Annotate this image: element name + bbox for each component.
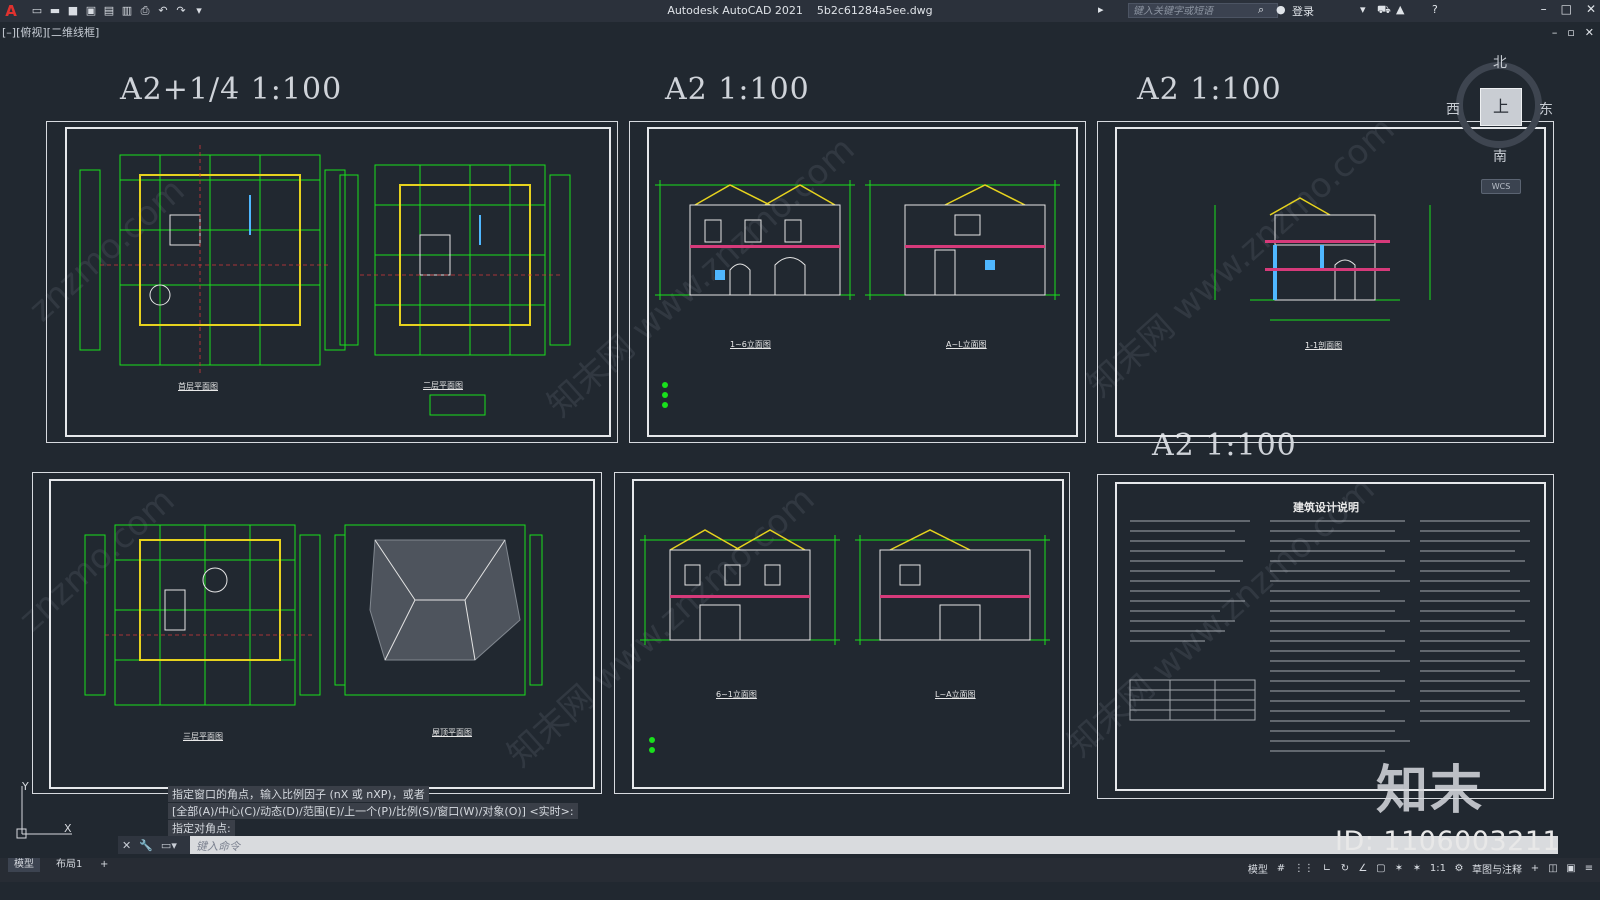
quick-access-toolbar: ▭ ▬ ■ ▣ ▤ ▥ ⎙ ↶ ↷ ▾: [30, 4, 206, 18]
drawing-title: 屋顶平面图: [432, 728, 472, 737]
compass-west[interactable]: 西: [1446, 99, 1460, 119]
polar-tracking-icon[interactable]: ↻: [1340, 863, 1350, 874]
a360-icon[interactable]: ▲: [1396, 3, 1404, 16]
sheet-scale-label: A2 1:100: [665, 72, 810, 107]
open-from-web-icon[interactable]: ▤: [102, 4, 116, 18]
annotation-visibility-icon[interactable]: ✶: [1394, 863, 1404, 874]
command-line-tools: ✕ 🔧 ▭▾: [118, 836, 190, 854]
site-watermark-logo: 知末: [1376, 760, 1485, 821]
tab-layout1[interactable]: 布局1: [50, 858, 88, 872]
window-controls: – □ ✕: [1541, 2, 1596, 16]
clean-screen-icon[interactable]: ▣: [1566, 863, 1576, 874]
viewport-controls-label[interactable]: [–][俯视][二维线框]: [2, 24, 99, 40]
close-icon[interactable]: ✕: [1586, 2, 1596, 16]
command-history-line: 指定窗口的角点，输入比例因子 (nX 或 nXP)，或者: [168, 786, 429, 802]
status-tools: 模型 # ⋮⋮ ∟ ↻ ∠ ▢ ✶ ✶ 1:1 ⚙ 草图与注释 + ◫ ▣ ≡: [1248, 861, 1594, 876]
auto-scale-icon[interactable]: ✶: [1412, 863, 1422, 874]
annotation-scale-button[interactable]: 1:1: [1430, 863, 1446, 874]
search-icon[interactable]: ⌕: [1258, 3, 1264, 17]
save-to-web-icon[interactable]: ▥: [120, 4, 134, 18]
plus-icon[interactable]: +: [1530, 863, 1540, 874]
model-space-button[interactable]: 模型: [1248, 861, 1268, 876]
roof-plan-drawing: [84, 524, 543, 706]
object-snap-icon[interactable]: ▢: [1376, 863, 1386, 874]
open-file-icon[interactable]: ▬: [48, 4, 62, 18]
svg-text:Y: Y: [21, 780, 29, 793]
maximize-icon[interactable]: □: [1561, 2, 1572, 16]
sheet-scale-label: A2+1/4 1:100: [120, 72, 343, 107]
login-dropdown-icon[interactable]: ▾: [1360, 3, 1366, 16]
minimize-icon[interactable]: –: [1541, 2, 1547, 16]
floor-plan-drawing: [79, 145, 571, 416]
customize-toolbar-icon[interactable]: ▾: [192, 4, 206, 18]
redo-icon[interactable]: ↷: [174, 4, 188, 18]
login-button[interactable]: 登录: [1292, 3, 1314, 19]
drawing-title: 三层平面图: [183, 732, 223, 741]
undo-icon[interactable]: ↶: [156, 4, 170, 18]
drawing-title: A~L立面图: [946, 340, 987, 349]
command-history-line: 指定对角点:: [168, 820, 235, 836]
elevation-drawing: [640, 529, 1050, 753]
design-notes-text: [1129, 520, 1530, 752]
search-input[interactable]: 键入关键字或短语: [1128, 3, 1278, 18]
ucs-icon: Y X: [16, 780, 72, 839]
autocad-logo-icon[interactable]: A: [2, 2, 20, 20]
tab-model[interactable]: 模型: [8, 858, 40, 872]
drawing-title: 首层平面图: [178, 382, 218, 391]
drawing-restore-icon[interactable]: ▫: [1567, 26, 1574, 39]
close-command-line-icon[interactable]: ✕: [122, 839, 131, 852]
command-input[interactable]: 键入命令: [196, 838, 240, 854]
compass-south[interactable]: 南: [1493, 146, 1507, 166]
drawing-minimize-icon[interactable]: –: [1552, 26, 1558, 39]
compass-north[interactable]: 北: [1493, 52, 1507, 72]
drawing-title: 6~1立面图: [716, 690, 757, 699]
notes-title: 建筑设计说明: [1293, 501, 1359, 514]
help-icon[interactable]: ?: [1432, 3, 1438, 16]
workspace-button[interactable]: 草图与注释: [1472, 861, 1522, 876]
app-name: Autodesk AutoCAD 2021: [667, 4, 803, 17]
drawing-title: 二层平面图: [423, 381, 463, 390]
section-drawing: [1214, 197, 1431, 321]
snap-icon[interactable]: ⋮⋮: [1294, 863, 1314, 874]
sheet-scale-label: A2 1:100: [1137, 72, 1282, 107]
store-icon[interactable]: ⛟: [1377, 3, 1391, 18]
gear-icon[interactable]: ⚙: [1454, 863, 1464, 874]
object-snap-tracking-icon[interactable]: ∠: [1358, 863, 1368, 874]
wcs-menu[interactable]: WCS: [1481, 179, 1521, 194]
compass-east[interactable]: 东: [1539, 99, 1553, 119]
drawing-title: 1-1剖面图: [1305, 341, 1343, 350]
customize-status-icon[interactable]: ≡: [1584, 863, 1594, 874]
ortho-icon[interactable]: ∟: [1322, 863, 1332, 874]
command-history-line: [全部(A)/中心(C)/动态(D)/范围(E)/上一个(P)/比例(S)/窗口…: [168, 803, 578, 819]
customize-icon[interactable]: 🔧: [139, 839, 153, 852]
viewcube[interactable]: 上 北 南 西 东: [1446, 52, 1553, 165]
elevation-drawing: [655, 180, 1060, 408]
file-name: 5b2c61284a5ee.dwg: [816, 4, 933, 17]
viewcube-top-face[interactable]: 上: [1480, 88, 1522, 126]
add-layout-tab[interactable]: +: [94, 858, 114, 872]
plot-icon[interactable]: ⎙: [138, 4, 152, 18]
drawing-close-icon[interactable]: ✕: [1585, 26, 1594, 39]
user-icon[interactable]: ●: [1276, 3, 1286, 16]
drawing-window-controls: – ▫ ✕: [1552, 26, 1594, 39]
search-expand-icon[interactable]: ▸: [1098, 3, 1104, 16]
isolate-icon[interactable]: ◫: [1548, 863, 1558, 874]
svg-text:X: X: [64, 822, 72, 835]
site-watermark-id: ID: 1106003211: [1335, 826, 1561, 857]
save-as-icon[interactable]: ▣: [84, 4, 98, 18]
drawing-title: L~A立面图: [935, 690, 976, 699]
grid-icon[interactable]: #: [1276, 863, 1286, 874]
new-file-icon[interactable]: ▭: [30, 4, 44, 18]
drawing-title: 1~6立面图: [730, 340, 771, 349]
recent-commands-icon[interactable]: ▭▾: [161, 839, 177, 852]
save-icon[interactable]: ■: [66, 4, 80, 18]
